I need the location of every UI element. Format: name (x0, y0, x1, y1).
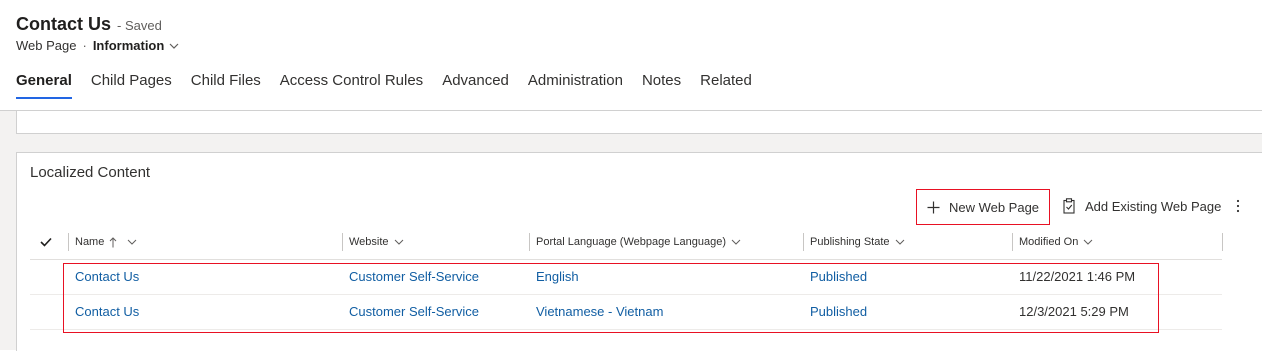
column-header-portal-language-label: Portal Language (Webpage Language) (536, 236, 727, 248)
column-header-website-label: Website (349, 236, 389, 248)
select-all-checkmark-icon[interactable] (40, 237, 52, 247)
more-commands-button[interactable] (1236, 189, 1249, 223)
chevron-down-icon (1083, 239, 1093, 245)
column-header-name[interactable]: Name (75, 225, 137, 259)
tab-advanced[interactable]: Advanced (442, 72, 509, 95)
column-separator (1012, 233, 1013, 251)
tab-notes[interactable]: Notes (642, 72, 681, 95)
form-tabs: General Child Pages Child Files Access C… (16, 72, 771, 99)
grid-header: Name Website Portal Language (Webpage La… (30, 225, 1223, 260)
chevron-down-icon (169, 43, 179, 49)
separator-dot: · (82, 38, 87, 53)
cell-publishing-state-link[interactable]: Published (810, 260, 867, 294)
localized-content-section: Localized Content New Web Page Add Exist… (16, 152, 1262, 351)
entity-name: Web Page (16, 38, 77, 53)
column-header-portal-language[interactable]: Portal Language (Webpage Language) (536, 225, 741, 259)
cell-language-link[interactable]: Vietnamese - Vietnam (536, 295, 663, 329)
tab-administration[interactable]: Administration (528, 72, 623, 95)
column-separator (342, 233, 343, 251)
record-title: Contact Us (16, 14, 112, 34)
column-separator (68, 233, 69, 251)
sort-ascending-arrow-icon (109, 236, 117, 247)
cell-name-link[interactable]: Contact Us (75, 295, 139, 329)
cell-website-link[interactable]: Customer Self-Service (349, 295, 479, 329)
new-web-page-button[interactable]: New Web Page (916, 189, 1050, 225)
tab-access-control-rules[interactable]: Access Control Rules (280, 72, 423, 95)
cell-publishing-state-link[interactable]: Published (810, 295, 867, 329)
chevron-down-icon (731, 239, 741, 245)
column-header-name-label: Name (75, 236, 105, 248)
cell-modified-on: 11/22/2021 1:46 PM (1019, 269, 1136, 284)
cell-language-link[interactable]: English (536, 260, 579, 294)
add-existing-web-page-button[interactable]: Add Existing Web Page (1062, 189, 1221, 223)
previous-section-card (16, 111, 1262, 134)
table-row[interactable]: Contact Us Customer Self-Service English… (30, 260, 1222, 295)
cell-website-link[interactable]: Customer Self-Service (349, 260, 479, 294)
more-vertical-icon (1236, 199, 1240, 213)
form-name: Information (92, 38, 165, 53)
cell-name-link[interactable]: Contact Us (75, 260, 139, 294)
column-header-website[interactable]: Website (349, 225, 404, 259)
form-selector-row: Web Page · Information (16, 38, 179, 53)
form-header: Contact Us - Saved Web Page · Informatio… (0, 0, 1262, 111)
add-existing-web-page-label: Add Existing Web Page (1085, 198, 1222, 214)
chevron-down-icon (895, 239, 904, 245)
tab-child-pages[interactable]: Child Pages (91, 72, 172, 95)
column-header-modified-on[interactable]: Modified On (1019, 225, 1093, 259)
title-row: Contact Us - Saved (16, 14, 162, 35)
tab-related[interactable]: Related (700, 72, 752, 95)
table-row[interactable]: Contact Us Customer Self-Service Vietnam… (30, 295, 1222, 330)
form-selector[interactable]: Information (93, 38, 180, 53)
column-separator (1222, 233, 1223, 251)
cell-modified-on: 12/3/2021 5:29 PM (1019, 304, 1129, 319)
column-separator (803, 233, 804, 251)
chevron-down-icon (394, 239, 403, 245)
new-web-page-label: New Web Page (948, 199, 1040, 215)
column-header-publishing-state[interactable]: Publishing State (810, 225, 905, 259)
plus-icon (927, 201, 940, 213)
column-separator (529, 233, 530, 251)
tab-general[interactable]: General (16, 72, 72, 99)
chevron-down-icon (127, 239, 137, 245)
tab-child-files[interactable]: Child Files (191, 72, 261, 95)
section-title: Localized Content (30, 164, 151, 181)
save-status: - Saved (117, 18, 162, 33)
clipboard-add-icon (1063, 198, 1075, 214)
column-header-publishing-state-label: Publishing State (810, 236, 890, 248)
column-header-modified-on-label: Modified On (1019, 236, 1079, 248)
